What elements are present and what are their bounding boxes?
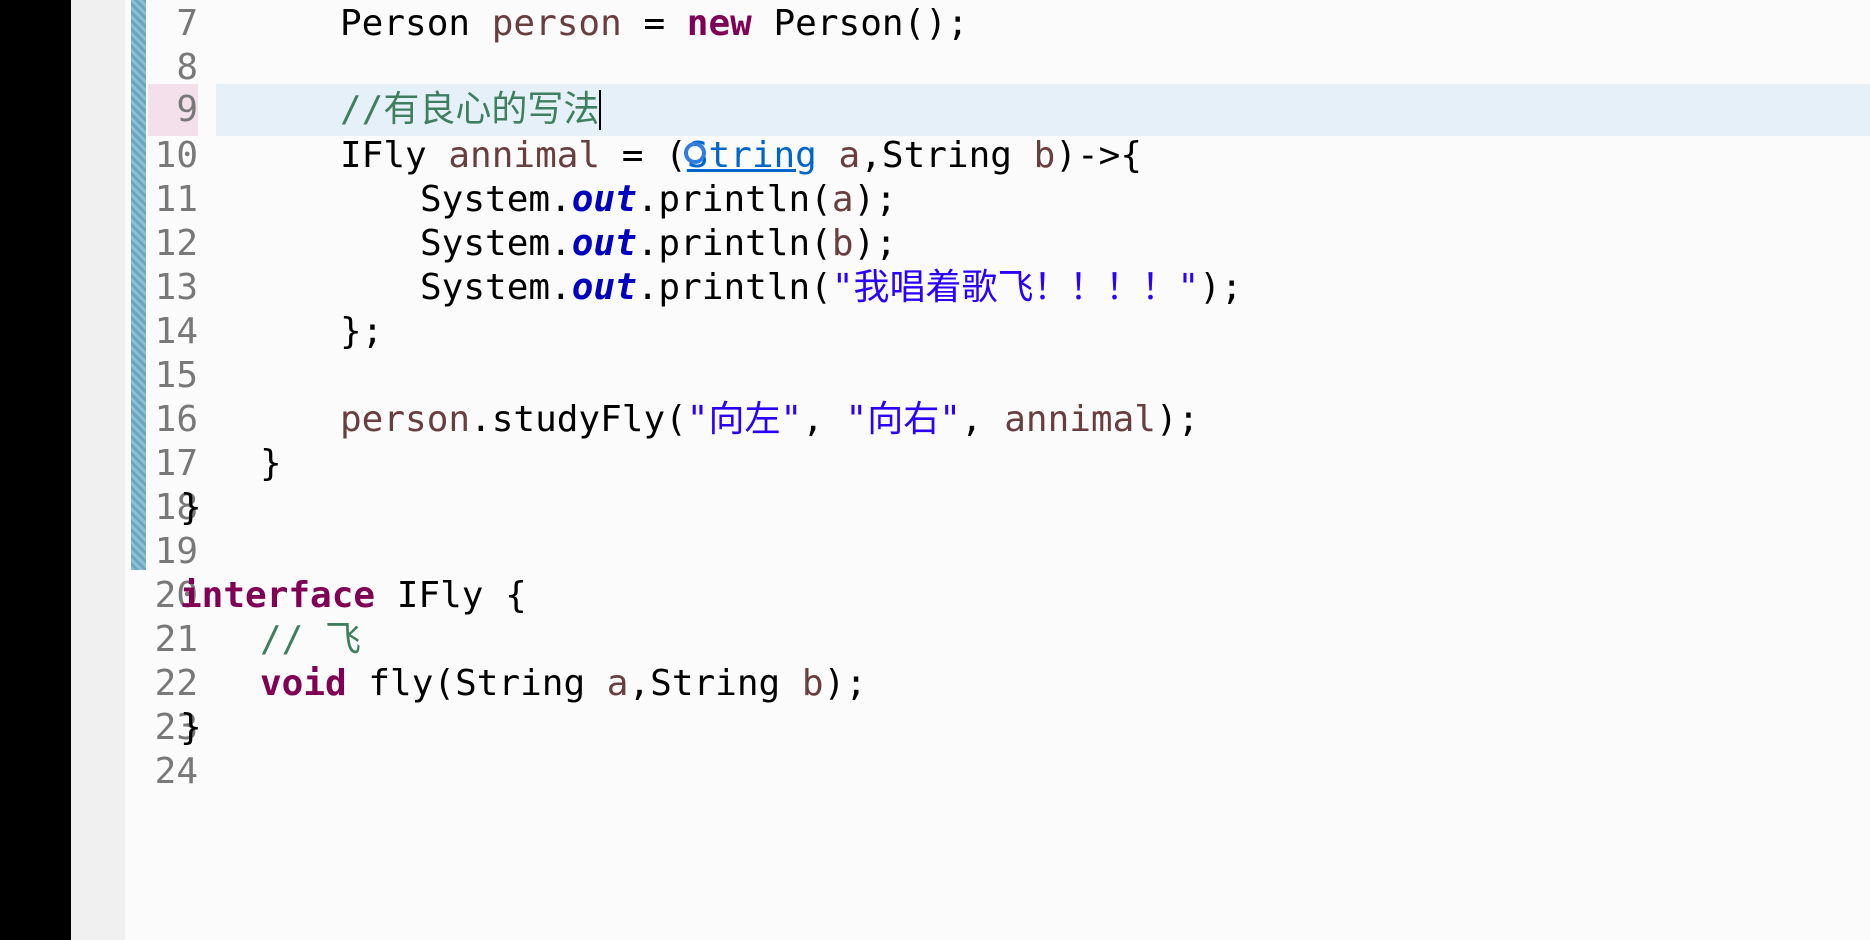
code-text: void fly(String a,String b); <box>260 663 867 704</box>
line-number: 16 <box>154 399 198 440</box>
code-line-current[interactable]: 9 //有良心的写法 <box>0 84 1870 136</box>
code-text: // 飞 <box>260 620 361 660</box>
static-field-out: out <box>571 223 637 264</box>
static-field-out: out <box>571 267 637 308</box>
keyword-void: void <box>260 663 347 704</box>
code-text: } <box>180 487 202 528</box>
line-number: 7 <box>176 3 198 44</box>
line-number: 14 <box>154 311 198 352</box>
code-text: IFly annimal = (String a,String b)->{ <box>340 135 1142 176</box>
var-person: person <box>491 3 622 44</box>
static-field-out: out <box>571 179 637 220</box>
code-text: //有良心的写法 <box>340 89 602 130</box>
code-text: person.studyFly("向左", "向右", annimal); <box>340 399 1200 440</box>
line-number: 11 <box>154 179 198 220</box>
code-text: Person person = new Person(); <box>340 3 969 44</box>
keyword-interface: interface <box>180 575 376 616</box>
string-literal: "向右" <box>845 399 961 440</box>
comment: // 飞 <box>260 619 362 660</box>
line-number: 15 <box>154 355 198 396</box>
type-person: Person <box>340 3 492 44</box>
line-number: 17 <box>154 443 198 484</box>
code-text: interface IFly { <box>180 575 527 616</box>
keyword-new: new <box>686 3 752 44</box>
line-number: 9 <box>148 84 198 136</box>
line-number: 10 <box>154 135 198 176</box>
code-text: }; <box>340 311 384 352</box>
code-text: } <box>260 443 282 484</box>
string-literal: "我唱着歌飞！！！！" <box>831 267 1200 308</box>
code-text: } <box>180 707 202 748</box>
code-text: System.out.println("我唱着歌飞！！！！"); <box>420 267 1243 308</box>
code-text: System.out.println(a); <box>420 179 897 220</box>
var-annimal: annimal <box>448 135 601 176</box>
line-number: 12 <box>154 223 198 264</box>
line-number: 8 <box>176 47 198 88</box>
string-literal: "向左" <box>686 399 803 440</box>
line-number: 22 <box>154 663 198 704</box>
line-number: 21 <box>154 619 198 660</box>
code-line[interactable]: 24 <box>0 746 1870 798</box>
line-number: 19 <box>154 531 198 572</box>
line-number: 24 <box>154 751 198 792</box>
code-text: System.out.println(b); <box>420 223 897 264</box>
comment: //有良心的写法 <box>340 89 600 130</box>
mouse-cursor-icon <box>684 142 706 164</box>
line-number: 13 <box>154 267 198 308</box>
text-caret <box>599 90 602 130</box>
type-string-link[interactable]: String <box>687 135 817 176</box>
